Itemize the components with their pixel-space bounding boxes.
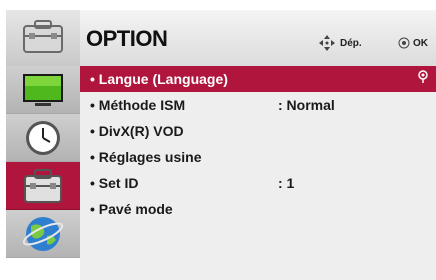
- menu-item-keypad-mode[interactable]: • Pavé mode: [80, 196, 436, 222]
- toolbox-icon: [23, 20, 63, 53]
- page-title: OPTION: [86, 26, 168, 51]
- menu-item-label: • Langue (Language): [90, 71, 228, 87]
- menu-item-divx-vod[interactable]: • DivX(R) VOD: [80, 118, 436, 144]
- menu-item-label: • DivX(R) VOD: [90, 123, 184, 139]
- menu-item-label: • Set ID: [90, 175, 139, 191]
- ok-hint: OK: [413, 38, 428, 49]
- navigate-hint: Dép.: [340, 38, 362, 49]
- osd-menu: OPTION Dép. OK • Langue (Language) • Mét…: [0, 0, 436, 280]
- sidebar-item-network[interactable]: [6, 210, 80, 258]
- sidebar-item-time[interactable]: [6, 114, 80, 162]
- toolbox-icon: [24, 169, 62, 203]
- sidebar-item-option[interactable]: [6, 162, 80, 210]
- menu-item-set-id[interactable]: • Set ID : 1: [80, 170, 436, 196]
- sidebar-item-picture[interactable]: [6, 66, 80, 114]
- ok-button-icon: [398, 37, 410, 49]
- menu-item-ism-method[interactable]: • Méthode ISM : Normal: [80, 92, 436, 118]
- selection-marker-icon: [418, 70, 428, 83]
- globe-icon: [22, 217, 64, 251]
- menu-list: • Langue (Language) • Méthode ISM : Norm…: [80, 66, 436, 280]
- menu-header: OPTION Dép. OK: [6, 10, 436, 66]
- menu-item-label: • Méthode ISM: [90, 97, 186, 113]
- menu-item-label: • Pavé mode: [90, 201, 173, 217]
- header-icon-box: [6, 10, 80, 66]
- menu-item-value: : 1: [278, 175, 295, 191]
- menu-item-factory-reset[interactable]: • Réglages usine: [80, 144, 436, 170]
- tv-screen-icon: [23, 74, 63, 106]
- menu-item-value: : Normal: [278, 97, 335, 113]
- menu-item-language[interactable]: • Langue (Language): [80, 66, 436, 92]
- clock-icon: [26, 121, 60, 155]
- four-way-arrows-icon: [319, 35, 335, 51]
- menu-item-label: • Réglages usine: [90, 149, 202, 165]
